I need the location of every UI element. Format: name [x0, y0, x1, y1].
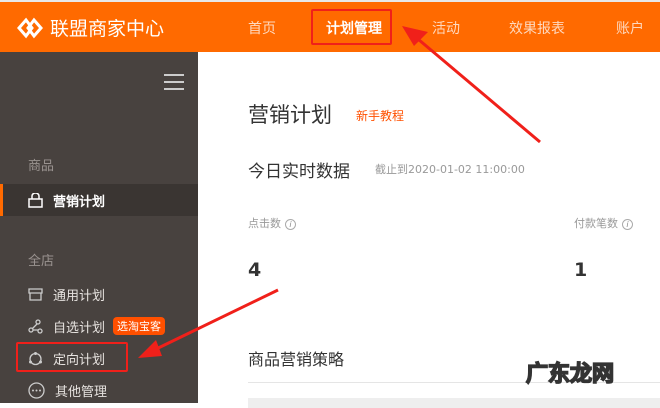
watermark: 广东龙网 [525, 361, 615, 388]
annotation-arrows [138, 26, 541, 358]
